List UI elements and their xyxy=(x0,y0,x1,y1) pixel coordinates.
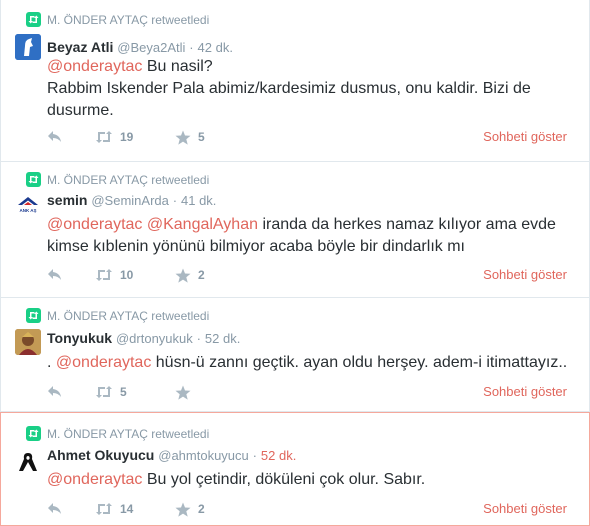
favorite-button[interactable]: 5 xyxy=(175,129,205,145)
tweet[interactable]: M. ÖNDER AYTAÇ retweetledi Tonyukuk @drt… xyxy=(0,298,590,412)
tweet-text: @onderaytac Bu yol çetindir, döküleni ço… xyxy=(47,469,582,491)
mention-link[interactable]: @onderaytac xyxy=(47,471,142,488)
favorite-button[interactable]: 2 xyxy=(175,501,205,517)
separator-dot: · xyxy=(252,448,258,463)
mention-link[interactable]: @onderaytac xyxy=(47,58,142,75)
retweet-button[interactable]: 19 xyxy=(95,129,133,145)
retweet-button[interactable]: 5 xyxy=(95,384,127,400)
favorite-count: 2 xyxy=(198,502,205,516)
star-icon xyxy=(175,130,191,145)
retweet-context[interactable]: M. ÖNDER AYTAÇ retweetledi xyxy=(47,172,209,188)
tweet-time[interactable]: 41 dk. xyxy=(181,193,216,208)
reply-icon xyxy=(48,386,61,397)
retweet-context-icon xyxy=(26,426,41,441)
tweet[interactable]: M. ÖNDER AYTAÇ retweetledi Ahmet Okuyucu… xyxy=(0,412,590,526)
tweet-text: . @onderaytac hüsn-ü zannı geçtik. ayan … xyxy=(47,352,582,374)
separator-dot: · xyxy=(172,193,178,208)
star-icon xyxy=(175,268,191,283)
retweet-button[interactable]: 10 xyxy=(95,267,133,283)
avatar-caption: ANK AŞ xyxy=(19,208,37,213)
star-icon xyxy=(175,502,191,517)
retweet-context-icon xyxy=(26,172,41,187)
tweet-actions: 19 5 Sohbeti göster xyxy=(47,129,577,145)
tweet-text-line: Bu yol çetindir, döküleni çok olur. Sabı… xyxy=(146,471,426,488)
retweet-context[interactable]: M. ÖNDER AYTAÇ retweetledi xyxy=(47,12,209,28)
text-prefix: . xyxy=(47,354,52,371)
retweet-context-icon xyxy=(26,12,41,27)
tweet-actions: 14 2 Sohbeti göster xyxy=(47,501,577,517)
tweet-text: @onderaytac @KangalAyhan iranda da herke… xyxy=(47,214,582,258)
tweet-text-line: Rabbim Iskender Pala abimiz/kardesimiz d… xyxy=(47,80,531,97)
favorite-count: 5 xyxy=(198,130,205,144)
tweet-text-line: hüsn-ü zannı geçtik. ayan oldu herşey. a… xyxy=(155,354,568,371)
reply-button[interactable] xyxy=(47,129,63,145)
mention-link[interactable]: @onderaytac xyxy=(56,354,151,371)
tweet-header: Ahmet Okuyucu @ahmtokuyucu · 52 dk. xyxy=(47,446,296,464)
author-name[interactable]: Beyaz Atli xyxy=(47,39,113,55)
retweet-count: 10 xyxy=(120,268,134,282)
timeline: M. ÖNDER AYTAÇ retweetledi Beyaz Atli @B… xyxy=(0,0,590,526)
tweet-actions: 10 2 Sohbeti göster xyxy=(47,267,577,283)
avatar[interactable] xyxy=(15,449,41,475)
retweet-icon xyxy=(96,386,112,398)
tweet-text-line: Bu nasil? xyxy=(146,58,213,75)
favorite-count: 2 xyxy=(198,268,205,282)
show-conversation-link[interactable]: Sohbeti göster xyxy=(483,501,567,517)
favorite-button[interactable] xyxy=(175,384,198,400)
tweet-text-line: kimse kıblenin yönünü bilmiyor acaba böy… xyxy=(47,238,465,255)
tweet-actions: 5 Sohbeti göster xyxy=(47,384,577,400)
avatar[interactable] xyxy=(15,329,41,355)
reply-icon xyxy=(48,269,61,280)
show-conversation-link[interactable]: Sohbeti göster xyxy=(483,129,567,145)
author-handle[interactable]: @ahmtokuyucu xyxy=(158,448,249,463)
tweet-text: @onderaytac Bu nasil? Rabbim Iskender Pa… xyxy=(47,56,582,122)
ank-logo-icon xyxy=(15,192,41,218)
portrait-avatar-icon xyxy=(15,329,41,355)
tweet[interactable]: M. ÖNDER AYTAÇ retweetledi Beyaz Atli @B… xyxy=(0,0,590,162)
reply-button[interactable] xyxy=(47,267,63,283)
author-name[interactable]: semin xyxy=(47,192,87,208)
retweet-button[interactable]: 14 xyxy=(95,501,133,517)
tweet-text-line: iranda da herkes namaz kılıyor ama evde xyxy=(262,216,556,233)
reply-icon xyxy=(48,131,61,142)
mention-link[interactable]: @onderaytac xyxy=(47,216,142,233)
tweet-header: Beyaz Atli @Beya2Atli · 42 dk. xyxy=(47,38,233,56)
retweet-context-icon xyxy=(26,308,41,323)
retweet-icon xyxy=(96,131,112,143)
reply-button[interactable] xyxy=(47,501,63,517)
author-handle[interactable]: @drtonyukuk xyxy=(116,331,193,346)
retweet-icon xyxy=(96,269,112,281)
author-name[interactable]: Tonyukuk xyxy=(47,330,112,346)
black-ribbon-icon xyxy=(15,449,41,475)
show-conversation-link[interactable]: Sohbeti göster xyxy=(483,384,567,400)
retweet-count: 5 xyxy=(120,385,127,399)
avatar[interactable]: ANK AŞ xyxy=(15,192,41,218)
favorite-button[interactable]: 2 xyxy=(175,267,205,283)
retweet-icon xyxy=(96,503,112,515)
mention-link[interactable]: @KangalAyhan xyxy=(147,216,258,233)
reply-button[interactable] xyxy=(47,384,63,400)
retweet-context[interactable]: M. ÖNDER AYTAÇ retweetledi xyxy=(47,308,209,324)
tweet-text-line: dusurme. xyxy=(47,102,114,119)
reply-icon xyxy=(48,503,61,514)
retweet-count: 19 xyxy=(120,130,134,144)
separator-dot: · xyxy=(196,331,201,346)
tweet-time[interactable]: 52 dk. xyxy=(261,448,296,463)
author-handle[interactable]: @Beya2Atli xyxy=(117,40,185,55)
tweet-time[interactable]: 42 dk. xyxy=(198,40,233,55)
retweet-count: 14 xyxy=(120,502,134,516)
author-handle[interactable]: @SeminArda xyxy=(91,193,169,208)
separator-dot: · xyxy=(189,40,194,55)
show-conversation-link[interactable]: Sohbeti göster xyxy=(483,267,567,283)
author-name[interactable]: Ahmet Okuyucu xyxy=(47,447,154,463)
tweet-header: Tonyukuk @drtonyukuk · 52 dk. xyxy=(47,329,240,347)
white-horse-logo-icon xyxy=(15,34,41,60)
avatar[interactable] xyxy=(15,34,41,60)
tweet-header: semin @SeminArda · 41 dk. xyxy=(47,191,216,209)
tweet-time[interactable]: 52 dk. xyxy=(205,331,240,346)
retweet-context[interactable]: M. ÖNDER AYTAÇ retweetledi xyxy=(47,426,209,442)
tweet[interactable]: M. ÖNDER AYTAÇ retweetledi ANK AŞ semin … xyxy=(0,162,590,298)
star-icon xyxy=(175,385,191,400)
